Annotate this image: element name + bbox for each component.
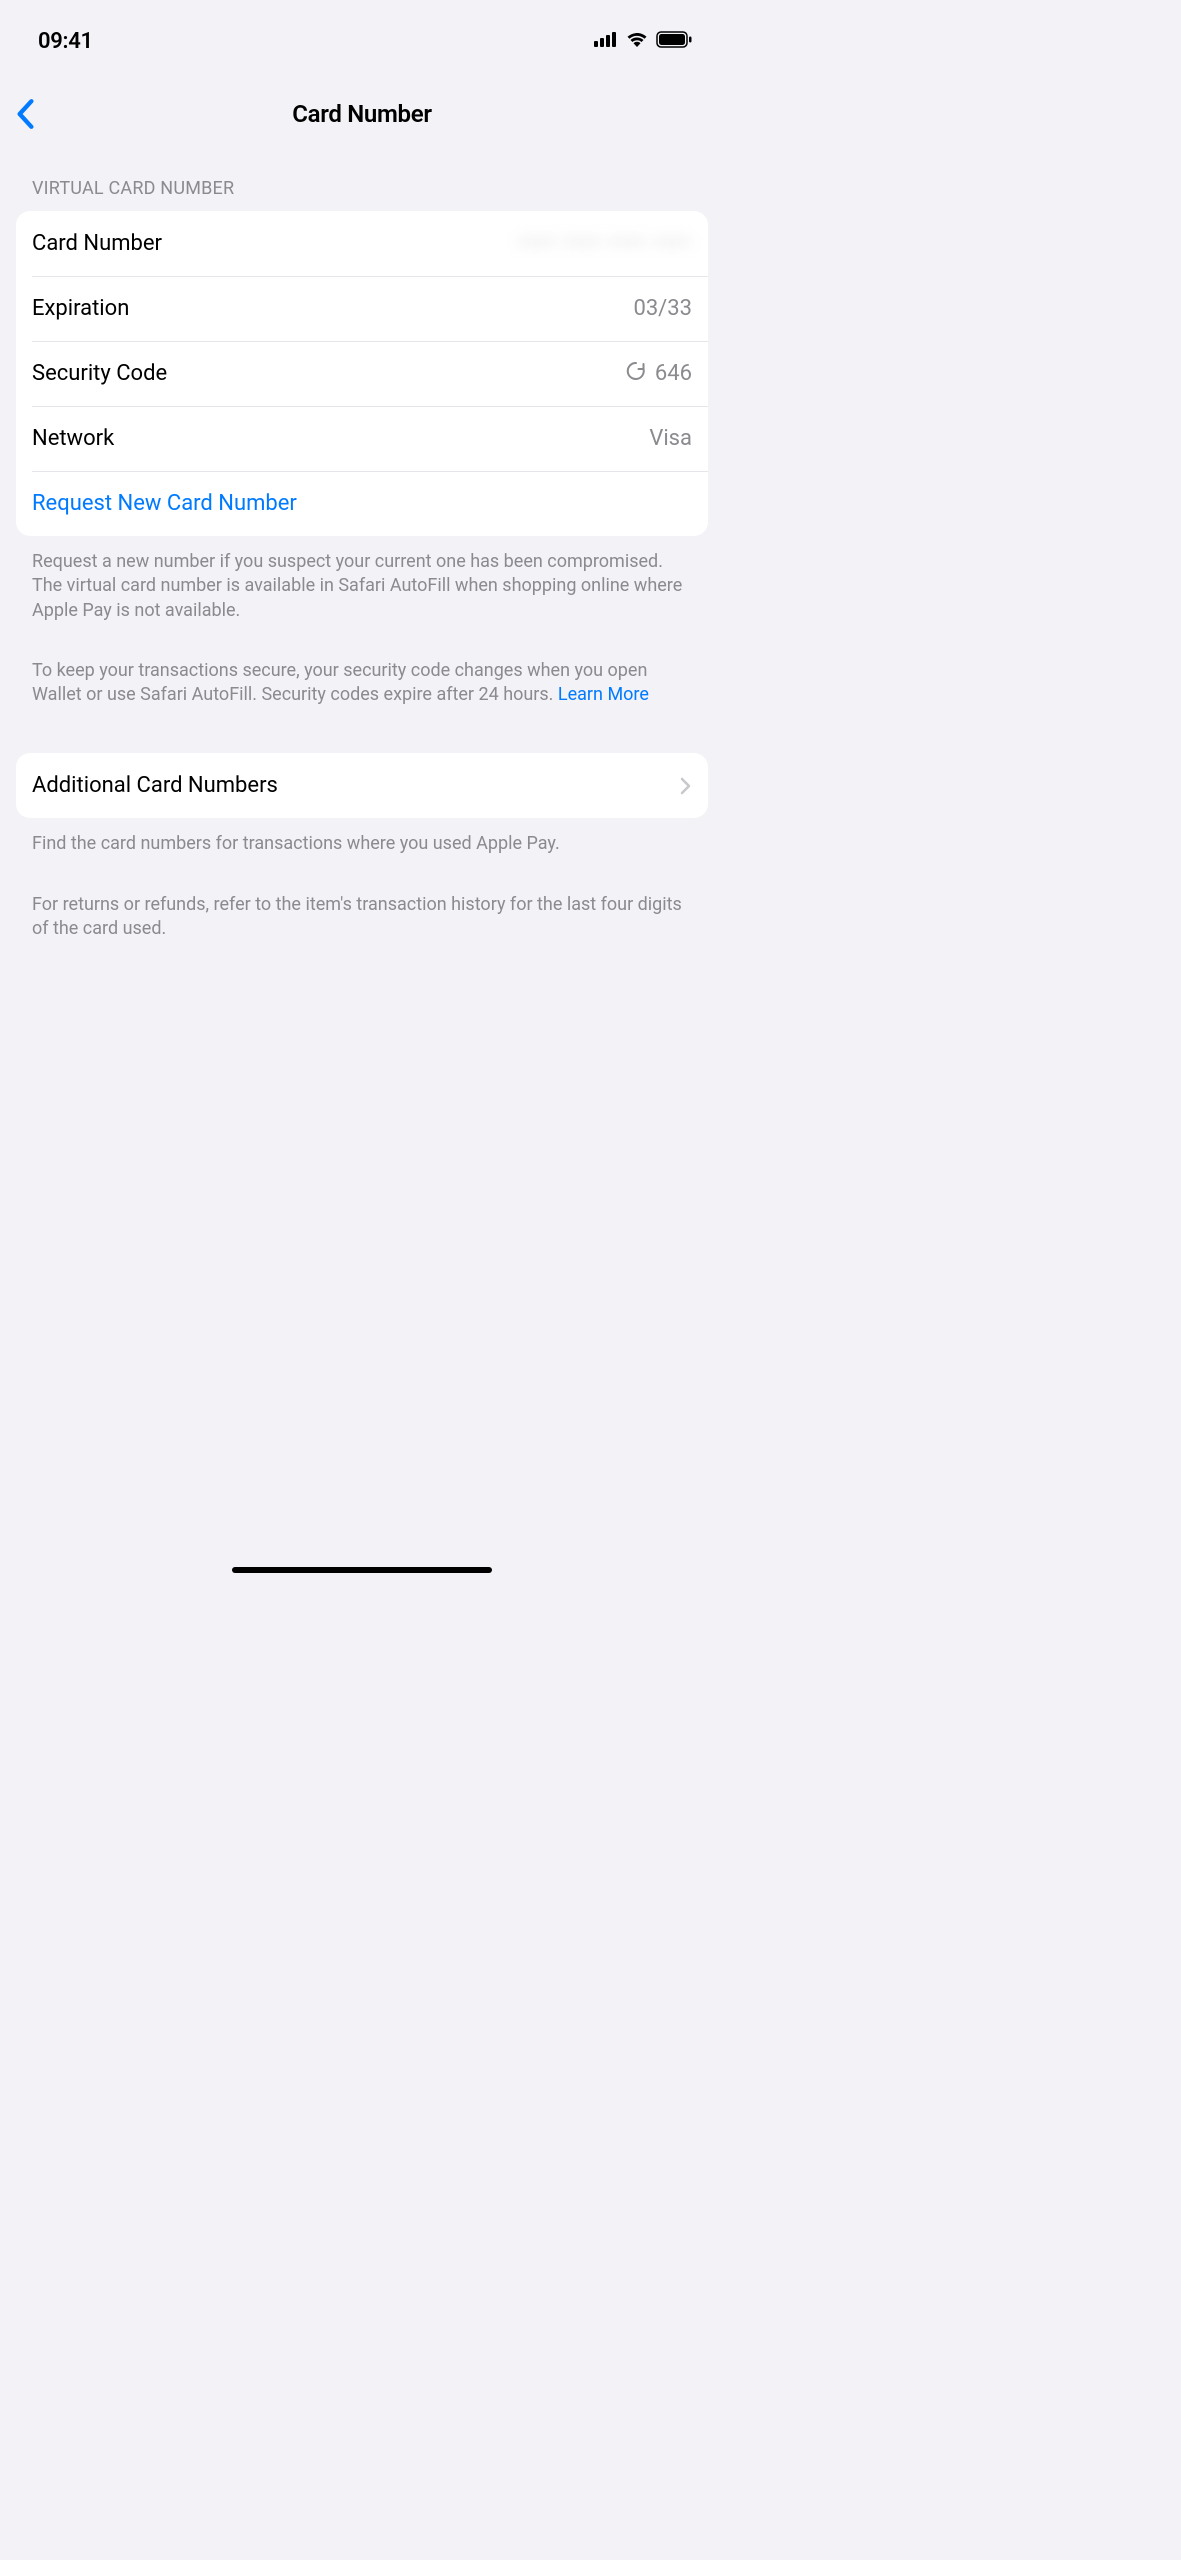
page-title: Card Number xyxy=(0,100,724,128)
row-label: Card Number xyxy=(32,231,162,256)
security-code-row[interactable]: Security Code 646 xyxy=(16,341,708,406)
card-number-row[interactable]: Card Number •••• •••• •••• •••• xyxy=(16,211,708,276)
security-code-value: 646 xyxy=(625,360,692,388)
chevron-left-icon xyxy=(14,98,36,130)
expiration-value: 03/33 xyxy=(633,296,692,321)
footer-text-request: Request a new number if you suspect your… xyxy=(16,536,708,623)
learn-more-link[interactable]: Learn More xyxy=(558,684,649,705)
additional-card-group: Additional Card Numbers xyxy=(16,753,708,818)
section-header-virtual: VIRTUAL CARD NUMBER xyxy=(16,178,708,207)
network-row[interactable]: Network Visa xyxy=(16,406,708,471)
row-label: Security Code xyxy=(32,361,167,386)
back-button[interactable] xyxy=(14,98,36,130)
row-label: Network xyxy=(32,426,114,451)
row-label: Additional Card Numbers xyxy=(32,773,278,798)
row-label: Expiration xyxy=(32,296,129,321)
cellular-icon xyxy=(594,31,618,51)
card-number-value: •••• •••• •••• •••• xyxy=(519,231,692,256)
network-value: Visa xyxy=(649,426,692,451)
status-bar: 09:41 xyxy=(0,14,724,68)
additional-card-numbers-row[interactable]: Additional Card Numbers xyxy=(16,753,708,818)
status-icons xyxy=(594,31,692,52)
footer-text-additional1: Find the card numbers for transactions w… xyxy=(16,818,708,856)
battery-icon xyxy=(656,31,692,52)
status-time: 09:41 xyxy=(38,29,93,54)
wifi-icon xyxy=(626,31,648,51)
footer-text-security: To keep your transactions secure, your s… xyxy=(16,645,708,708)
chevron-right-icon xyxy=(680,777,692,795)
request-new-card-button[interactable]: Request New Card Number xyxy=(16,471,708,536)
footer-text-additional2: For returns or refunds, refer to the ite… xyxy=(16,879,708,942)
nav-bar: Card Number xyxy=(0,86,724,142)
home-indicator[interactable] xyxy=(232,1567,492,1573)
expiration-row[interactable]: Expiration 03/33 xyxy=(16,276,708,341)
virtual-card-group: Card Number •••• •••• •••• •••• Expirati… xyxy=(16,211,708,536)
refresh-icon xyxy=(625,360,647,388)
row-action-label: Request New Card Number xyxy=(32,491,297,516)
